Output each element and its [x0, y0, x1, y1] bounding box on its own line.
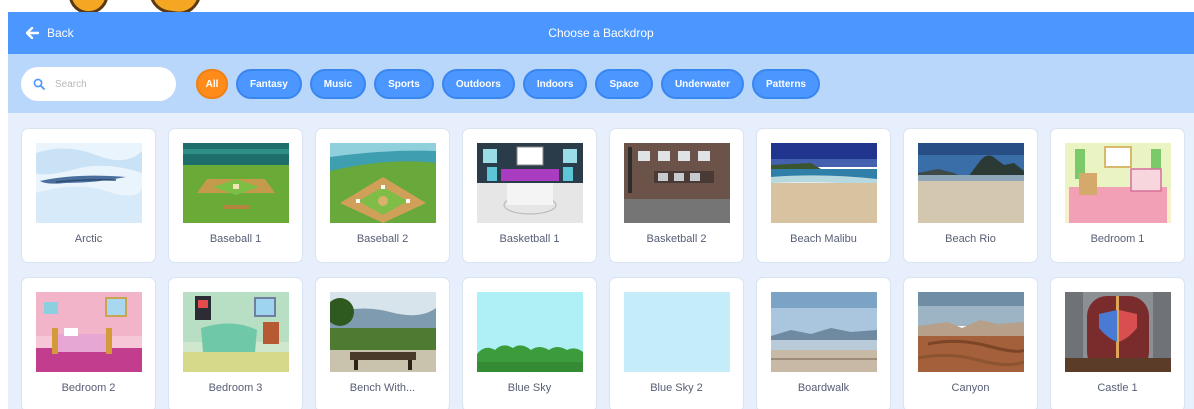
back-label: Back [47, 26, 74, 40]
search-input[interactable] [55, 78, 155, 90]
library-header: Back Choose a Backdrop [8, 12, 1194, 54]
filter-chip-underwater[interactable]: Underwater [660, 69, 744, 99]
filter-chip-patterns[interactable]: Patterns [751, 69, 820, 99]
backdrop-item-basketball-1[interactable]: Basketball 1 [462, 128, 597, 263]
page-title: Choose a Backdrop [548, 26, 654, 40]
backdrop-label: Blue Sky 2 [650, 382, 703, 394]
baseball-diamond-thumbnail [330, 143, 436, 223]
backdrop-item-bedroom-2[interactable]: Bedroom 2 [21, 277, 156, 409]
bedroom-pink-thumbnail [1065, 143, 1171, 223]
backdrop-label: Basketball 1 [499, 233, 560, 245]
filter-chip-outdoors[interactable]: Outdoors [441, 69, 515, 99]
filter-chip-all[interactable]: All [196, 69, 228, 99]
backdrop-item-boardwalk[interactable]: Boardwalk [756, 277, 891, 409]
search-box [21, 67, 176, 101]
filter-chip-music[interactable]: Music [309, 69, 367, 99]
backdrop-label: Canyon [951, 382, 990, 394]
backdrop-label: Castle 1 [1097, 382, 1138, 394]
blue-sky-plain-thumbnail [624, 292, 730, 372]
blue-sky-hills-thumbnail [477, 292, 583, 372]
search-icon [33, 78, 45, 90]
backdrop-item-beach-malibu[interactable]: Beach Malibu [756, 128, 891, 263]
backdrop-item-arctic[interactable]: Arctic [21, 128, 156, 263]
backdrop-label: Bench With... [349, 382, 416, 394]
filter-chip-indoors[interactable]: Indoors [522, 69, 588, 99]
arrow-left-icon [26, 27, 39, 39]
backdrop-item-beach-rio[interactable]: Beach Rio [903, 128, 1038, 263]
basketball-court-thumbnail [477, 143, 583, 223]
backdrop-item-basketball-2[interactable]: Basketball 2 [609, 128, 744, 263]
filter-bar: All Fantasy Music Sports Outdoors Indoor… [8, 54, 1194, 113]
filter-chip-fantasy[interactable]: Fantasy [236, 69, 302, 99]
brick-wall-court-thumbnail [624, 143, 730, 223]
backdrop-label: Bedroom 2 [61, 382, 116, 394]
backdrop-label: Baseball 1 [209, 233, 262, 245]
backdrop-label: Blue Sky [507, 382, 552, 394]
backdrop-label: Beach Rio [945, 233, 996, 245]
filter-chip-sports[interactable]: Sports [374, 69, 434, 99]
backdrop-label: Beach Malibu [790, 233, 857, 245]
backdrop-grid: Arctic Baseball 1 Baseball 2 Basketball … [21, 128, 1185, 409]
backdrop-label: Boardwalk [797, 382, 850, 394]
backdrop-item-bedroom-1[interactable]: Bedroom 1 [1050, 128, 1185, 263]
bench-landscape-thumbnail [330, 292, 436, 372]
backdrop-library: Back Choose a Backdrop All Fantasy Music… [0, 0, 1194, 409]
backdrop-item-bedroom-3[interactable]: Bedroom 3 [168, 277, 303, 409]
backdrop-label: Bedroom 3 [208, 382, 263, 394]
backdrop-item-castle-1[interactable]: Castle 1 [1050, 277, 1185, 409]
backdrop-label: Basketball 2 [646, 233, 707, 245]
bedroom-bed-thumbnail [36, 292, 142, 372]
canyon-thumbnail [918, 292, 1024, 372]
boardwalk-thumbnail [771, 292, 877, 372]
back-button[interactable]: Back [26, 12, 74, 54]
backdrop-label: Arctic [74, 233, 103, 245]
backdrop-grid-area: Arctic Baseball 1 Baseball 2 Basketball … [8, 113, 1194, 409]
filter-chip-space[interactable]: Space [595, 69, 653, 99]
backdrop-item-blue-sky-2[interactable]: Blue Sky 2 [609, 277, 744, 409]
backdrop-label: Baseball 2 [356, 233, 409, 245]
backdrop-item-baseball-2[interactable]: Baseball 2 [315, 128, 450, 263]
backdrop-item-canyon[interactable]: Canyon [903, 277, 1038, 409]
castle-door-thumbnail [1065, 292, 1171, 372]
beach-photo-thumbnail [771, 143, 877, 223]
backdrop-item-blue-sky[interactable]: Blue Sky [462, 277, 597, 409]
backdrop-item-baseball-1[interactable]: Baseball 1 [168, 128, 303, 263]
bedroom-green-thumbnail [183, 292, 289, 372]
filter-chip-list: All Fantasy Music Sports Outdoors Indoor… [196, 69, 820, 99]
backdrop-label: Bedroom 1 [1090, 233, 1145, 245]
baseball-field-thumbnail [183, 143, 289, 223]
arctic-thumbnail [36, 143, 142, 223]
backdrop-item-bench-with[interactable]: Bench With... [315, 277, 450, 409]
beach-mountain-thumbnail [918, 143, 1024, 223]
